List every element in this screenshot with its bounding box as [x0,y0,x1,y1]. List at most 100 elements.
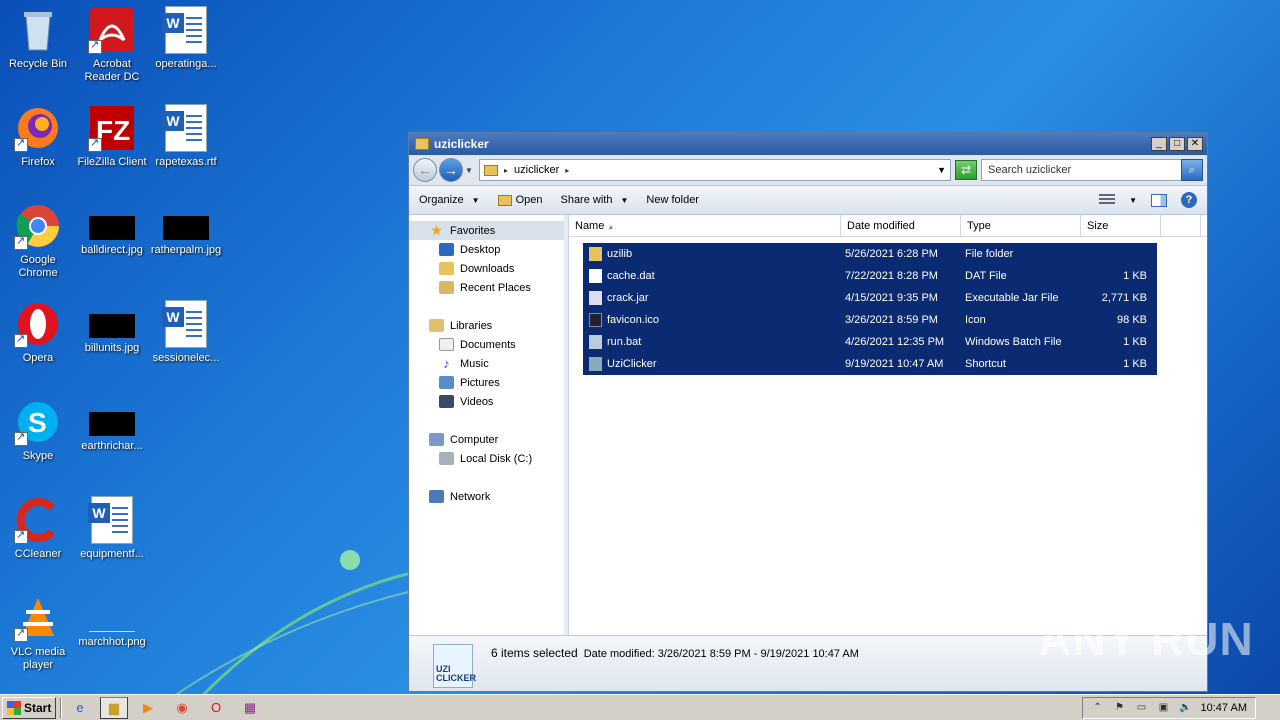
column-extra[interactable] [1161,215,1201,236]
desktop-icon-skype[interactable]: S Skype [0,398,76,463]
image-thumbnail [89,216,135,240]
desktop-icon-acrobat[interactable]: Acrobat Reader DC [74,6,150,84]
documents-icon [439,338,454,351]
new-folder-button[interactable]: New folder [646,194,699,206]
desktop-icon-earthrichar[interactable]: earthrichar... [74,398,150,453]
refresh-button[interactable]: ⇄ [955,160,977,180]
start-button[interactable]: Start [2,696,56,719]
image-thumbnail [89,314,135,338]
nav-recent-places[interactable]: Recent Places [409,278,568,297]
chevron-down-icon: ▼ [471,195,480,205]
close-button[interactable]: ✕ [1187,137,1203,151]
clock[interactable]: 10:47 AM [1201,702,1247,714]
nav-network[interactable]: Network [409,487,568,506]
taskbar-opera-icon[interactable]: O [202,697,230,719]
desktop-icon-recycle-bin[interactable]: Recycle Bin [0,6,76,71]
nav-local-disk[interactable]: Local Disk (C:) [409,449,568,468]
file-row[interactable]: UziClicker 9/19/2021 10:47 AM Shortcut 1… [583,353,1157,375]
desktop-icon-rapetexas[interactable]: W rapetexas.rtf [148,104,224,169]
nav-desktop[interactable]: Desktop [409,240,568,259]
desktop-icon-chrome[interactable]: Google Chrome [0,202,76,280]
desktop-icon-ratherpalm[interactable]: ratherpalm.jpg [148,202,224,257]
search-input[interactable]: Search uziclicker ⌕ [981,159,1203,181]
nav-downloads[interactable]: Downloads [409,259,568,278]
selection-count: 6 items selected [491,646,578,660]
icon-file-icon [589,313,602,327]
column-date-modified[interactable]: Date modified [841,215,961,236]
back-button[interactable]: ← [413,158,437,182]
desktop-icon-sessionelec[interactable]: W sessionelec... [148,300,224,365]
preview-pane-icon[interactable] [1151,193,1167,207]
shortcut-arrow-icon [88,136,102,152]
desktop-icon-ccleaner[interactable]: CCleaner [0,496,76,561]
shortcut-arrow-icon [14,234,28,250]
desktop-icon-operatinga[interactable]: W operatinga... [148,6,224,71]
maximize-button[interactable]: □ [1169,137,1185,151]
taskbar-media-player-icon[interactable]: ▶ [134,697,162,719]
nav-videos[interactable]: Videos [409,392,568,411]
videos-icon [439,395,454,408]
desktop-icon-billunits[interactable]: billunits.jpg [74,300,150,355]
image-thumbnail [163,216,209,240]
breadcrumb-separator-icon[interactable]: ▸ [565,166,569,175]
nav-music[interactable]: ♪ Music [409,354,568,373]
explorer-window[interactable]: uziclicker _ □ ✕ ← → ▼ ▸ uziclicker ▸ ▼ … [408,132,1208,692]
column-size[interactable]: Size [1081,215,1161,236]
navigation-pane: ★ Favorites Desktop Downloads Recent Plac… [409,215,569,635]
taskbar-winrar-icon[interactable]: ▦ [236,697,264,719]
desktop-icon-filezilla[interactable]: FZ FileZilla Client [74,104,150,169]
libraries-icon [429,319,444,332]
display-icon[interactable]: ▭ [1135,702,1149,714]
taskbar-ie-icon[interactable]: e [66,697,94,719]
svg-text:S: S [28,407,47,438]
nav-favorites[interactable]: ★ Favorites [409,221,568,240]
title-bar[interactable]: uziclicker _ □ ✕ [409,133,1207,155]
open-button[interactable]: Open [497,194,542,206]
ccleaner-icon [14,496,62,544]
history-dropdown-icon[interactable]: ▼ [465,166,475,175]
taskbar-explorer-icon[interactable]: ▆ [100,696,128,719]
shortcut-arrow-icon [14,332,28,348]
file-row[interactable]: cache.dat 7/22/2021 8:28 PM DAT File 1 K… [583,265,1157,287]
folder-icon [589,247,602,261]
desktop-icon-firefox[interactable]: Firefox [0,104,76,169]
show-hidden-icons-icon[interactable]: ⌃ [1091,702,1105,714]
uziclicker-logo: UZI CLICKER [433,644,476,688]
column-type[interactable]: Type [961,215,1081,236]
view-dropdown-icon[interactable]: ▼ [1129,196,1137,205]
hard-drive-icon [439,452,454,465]
shortcut-arrow-icon [14,136,28,152]
nav-libraries[interactable]: Libraries [409,316,568,335]
desktop-icon-balldirect[interactable]: balldirect.jpg [74,202,150,257]
selection-dates: Date modified: 3/26/2021 8:59 PM - 9/19/… [583,648,859,660]
file-row[interactable]: favicon.ico 3/26/2021 8:59 PM Icon 98 KB [583,309,1157,331]
nav-pictures[interactable]: Pictures [409,373,568,392]
breadcrumb-separator-icon[interactable]: ▸ [504,166,508,175]
minimize-button[interactable]: _ [1151,137,1167,151]
nav-computer[interactable]: Computer [409,430,568,449]
nav-documents[interactable]: Documents [409,335,568,354]
taskbar-chrome-icon[interactable]: ◉ [168,697,196,719]
change-view-icon[interactable] [1099,194,1116,206]
volume-icon[interactable]: 🔈 [1179,702,1193,714]
share-with-button[interactable]: Share with ▼ [560,194,628,206]
desktop-icon-vlc[interactable]: VLC media player [0,594,76,672]
address-dropdown-icon[interactable]: ▼ [937,165,946,175]
organize-button[interactable]: Organize ▼ [419,194,480,206]
desktop-icon-marchhot[interactable]: marchhot.png [74,594,150,649]
action-center-flag-icon[interactable]: ⚑ [1113,702,1127,714]
desktop-icon-opera[interactable]: Opera [0,300,76,365]
search-icon[interactable]: ⌕ [1181,159,1203,181]
nav-splitter[interactable] [564,215,568,635]
network-icon[interactable]: ▣ [1157,702,1171,714]
breadcrumb-uziclicker[interactable]: uziclicker [514,164,559,176]
desktop-icon-equipmentf[interactable]: W equipmentf... [74,496,150,561]
address-bar[interactable]: ▸ uziclicker ▸ ▼ [479,159,951,181]
file-row[interactable]: run.bat 4/26/2021 12:35 PM Windows Batch… [583,331,1157,353]
file-row[interactable]: crack.jar 4/15/2021 9:35 PM Executable J… [583,287,1157,309]
file-row[interactable]: uzilib 5/26/2021 6:28 PM File folder [583,243,1157,265]
forward-button[interactable]: → [439,158,463,182]
word-document-icon: W [162,300,207,348]
help-icon[interactable]: ? [1181,192,1197,208]
column-name[interactable]: Name ▲ [569,215,841,236]
